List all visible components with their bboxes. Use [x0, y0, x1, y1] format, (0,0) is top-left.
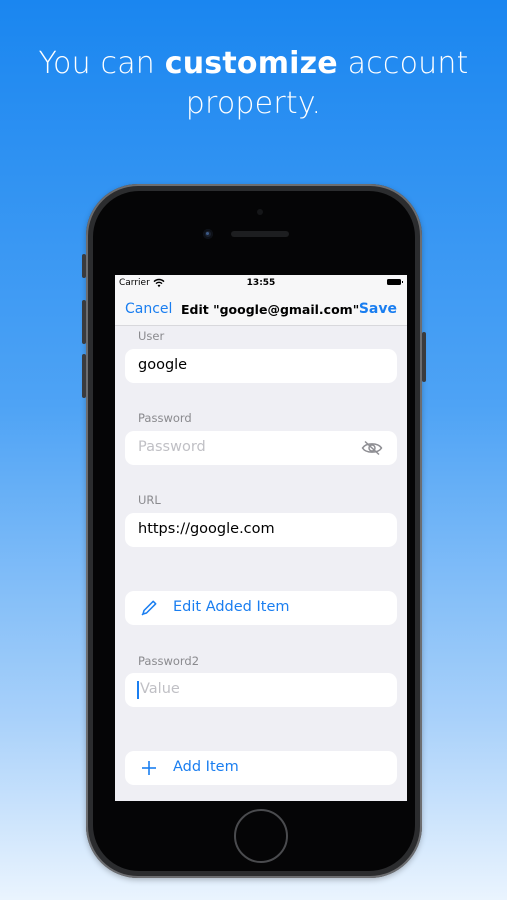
nav-title: Edit "google@gmail.com"	[181, 302, 360, 317]
pencil-icon	[141, 600, 157, 616]
url-value: https://google.com	[138, 521, 275, 537]
edit-added-item-button[interactable]: Edit Added Item	[125, 591, 397, 625]
eye-slash-icon[interactable]	[361, 440, 383, 456]
power-button	[422, 332, 426, 382]
add-item-label: Add Item	[173, 759, 239, 775]
navigation-bar: Cancel Edit "google@gmail.com" Save	[115, 293, 407, 326]
volume-down-button	[82, 354, 86, 398]
phone-bezel: Carrier 13:55 Cancel Edit "google@gmail.…	[93, 191, 415, 871]
home-button[interactable]	[234, 809, 288, 863]
password-placeholder: Password	[138, 439, 206, 455]
headline-prefix: You can	[38, 46, 165, 81]
user-value: google	[138, 357, 188, 373]
app-screen: Carrier 13:55 Cancel Edit "google@gmail.…	[115, 275, 407, 801]
headline: You can customize account property.	[0, 44, 507, 124]
url-label: URL	[138, 493, 161, 507]
earpiece-speaker	[231, 231, 289, 237]
save-button[interactable]: Save	[359, 301, 397, 317]
silent-switch	[82, 254, 86, 278]
headline-bold: customize	[164, 46, 338, 81]
user-field[interactable]: google	[125, 349, 397, 383]
password2-label: Password2	[138, 654, 200, 668]
add-item-button[interactable]: Add Item	[125, 751, 397, 785]
volume-up-button	[82, 300, 86, 344]
password-field[interactable]: Password	[125, 431, 397, 465]
edit-added-item-label: Edit Added Item	[173, 599, 290, 615]
password2-field[interactable]: Value	[125, 673, 397, 707]
front-camera	[203, 229, 213, 239]
phone-frame: Carrier 13:55 Cancel Edit "google@gmail.…	[82, 184, 426, 878]
status-bar: Carrier 13:55	[115, 275, 407, 293]
text-caret	[137, 681, 139, 699]
proximity-sensor	[257, 209, 263, 215]
status-time: 13:55	[246, 278, 276, 288]
password-label: Password	[138, 411, 192, 425]
battery-icon	[387, 279, 403, 285]
cancel-button[interactable]: Cancel	[125, 301, 172, 317]
password2-placeholder: Value	[140, 681, 180, 697]
user-label: User	[138, 329, 165, 343]
plus-icon	[142, 761, 156, 775]
url-field[interactable]: https://google.com	[125, 513, 397, 547]
